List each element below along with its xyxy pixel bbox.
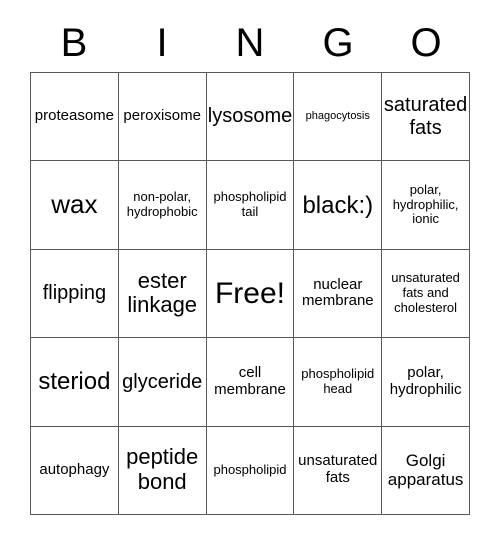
bingo-header-letter-g: G	[322, 21, 354, 65]
bingo-cell-label: unsaturated fats	[298, 452, 378, 487]
bingo-cell-label: non-polar, hydrophobic	[126, 189, 198, 220]
bingo-cell[interactable]: flipping	[31, 249, 119, 339]
bingo-cell-label: peroxisome	[123, 107, 201, 125]
bingo-cell[interactable]: polar, hydrophilic, ionic	[382, 161, 470, 250]
bingo-cell[interactable]: cell membrane	[206, 338, 295, 427]
bingo-cell[interactable]: phospholipid head	[294, 338, 383, 427]
bingo-cell[interactable]: glyceride	[118, 338, 207, 427]
bingo-cell-label: nuclear membrane	[301, 275, 374, 310]
bingo-cell-label: phospholipid	[213, 461, 287, 477]
bingo-cell-label: autophagy	[39, 460, 110, 478]
bingo-cell-label: phospholipid tail	[213, 189, 287, 220]
bingo-cell[interactable]: non-polar, hydrophobic	[118, 161, 207, 250]
bingo-cell[interactable]: proteasome	[31, 73, 119, 162]
bingo-cell-label: wax	[51, 189, 98, 220]
bingo-header-letter-b: B	[60, 21, 88, 65]
bingo-grid: proteasome peroxisome lysosome phagocytosis…	[30, 72, 470, 515]
bingo-cell-label: phagocytosis	[305, 110, 370, 123]
bingo-cell-label: black:)	[302, 191, 374, 219]
bingo-cell-label: ester linkage	[127, 267, 198, 318]
bingo-cell[interactable]: autophagy	[31, 426, 119, 515]
bingo-header-letter-i: I	[156, 21, 168, 65]
bingo-cell[interactable]: ester linkage	[118, 249, 207, 339]
bingo-cell[interactable]: phagocytosis	[294, 73, 383, 162]
bingo-cell[interactable]: peptide bond	[118, 426, 207, 515]
bingo-header-letter-o: O	[410, 21, 442, 65]
bingo-cell[interactable]: steriod	[31, 338, 119, 427]
bingo-cell[interactable]: saturated fats	[382, 73, 470, 162]
bingo-cell[interactable]: unsaturated fats	[294, 426, 383, 515]
bingo-cell[interactable]: unsaturated fats and cholesterol	[382, 249, 470, 339]
bingo-cell-label: steriod	[38, 368, 111, 396]
bingo-cell[interactable]: polar, hydrophilic	[382, 338, 470, 427]
bingo-cell-label: flipping	[42, 282, 107, 305]
bingo-cell-label: proteasome	[34, 107, 114, 125]
bingo-cell-label: polar, hydrophilic, ionic	[392, 182, 459, 227]
bingo-cell-label: cell membrane	[214, 363, 286, 398]
bingo-cell[interactable]: black:)	[294, 161, 383, 250]
bingo-cell[interactable]: phospholipid tail	[206, 161, 295, 250]
bingo-cell-label: polar, hydrophilic	[389, 363, 462, 398]
bingo-header: BINGO	[30, 18, 470, 68]
bingo-cell[interactable]: peroxisome	[118, 73, 207, 162]
bingo-cell-label: phospholipid head	[301, 366, 375, 396]
bingo-header-letter-n: N	[235, 21, 265, 65]
bingo-cell[interactable]: lysosome	[206, 73, 295, 162]
bingo-cell[interactable]: wax	[31, 161, 119, 250]
bingo-cell-label: peptide bond	[126, 444, 199, 495]
bingo-cell[interactable]: nuclear membrane	[294, 249, 383, 339]
bingo-cell-label: unsaturated fats and cholesterol	[391, 270, 460, 315]
bingo-cell-free[interactable]: Free!	[206, 249, 295, 339]
bingo-cell-label: Free!	[214, 276, 285, 310]
bingo-cell-label: lysosome	[207, 105, 293, 128]
bingo-cell[interactable]: phospholipid	[206, 426, 295, 515]
bingo-cell-label: glyceride	[122, 370, 203, 393]
bingo-card: B I N G O proteasome peroxisome lysosome phagoc…	[0, 0, 500, 544]
bingo-cell[interactable]: Golgi apparatus	[382, 426, 470, 515]
bingo-cell-label: saturated fats	[383, 94, 468, 139]
bingo-cell-label: Golgi apparatus	[387, 451, 464, 490]
